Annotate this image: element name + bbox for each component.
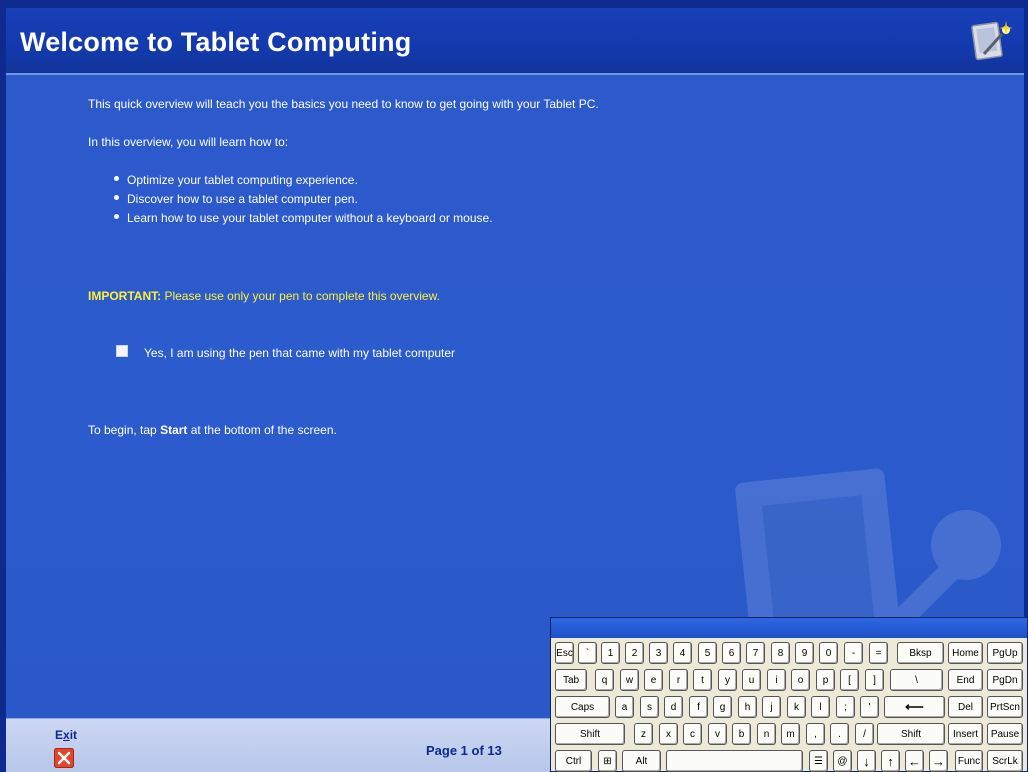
- key-end[interactable]: End: [948, 669, 983, 691]
- key-func[interactable]: Func: [955, 750, 983, 772]
- key-g[interactable]: g: [713, 696, 732, 718]
- key-caps[interactable]: Caps: [555, 696, 610, 718]
- key-3[interactable]: 3: [649, 642, 668, 664]
- list-item: Discover how to use a tablet computer pe…: [114, 192, 493, 211]
- key-sym1[interactable]: ⊞: [598, 750, 617, 772]
- pen-confirm-label[interactable]: Yes, I am using the pen that came with m…: [144, 346, 455, 360]
- key-a[interactable]: a: [615, 696, 634, 718]
- key-sym7[interactable]: ↑: [881, 750, 900, 772]
- important-label: IMPORTANT:: [88, 289, 162, 303]
- welcome-window: Welcome to Tablet Computing This quick o…: [0, 0, 1028, 772]
- key-sym6[interactable]: ↓: [857, 750, 876, 772]
- key-sym9[interactable]: →: [929, 750, 948, 772]
- key-pgdn[interactable]: PgDn: [987, 669, 1023, 691]
- key-b[interactable]: b: [732, 723, 751, 745]
- key-z[interactable]: z: [634, 723, 653, 745]
- key-r[interactable]: r: [669, 669, 688, 691]
- key-ctrl[interactable]: Ctrl: [555, 750, 592, 772]
- key-sym10[interactable]: /: [855, 723, 874, 745]
- key-6[interactable]: 6: [722, 642, 741, 664]
- key-q[interactable]: q: [595, 669, 614, 691]
- key-scrlk[interactable]: ScrLk: [987, 750, 1023, 772]
- bullet-icon: [114, 176, 119, 182]
- key-t[interactable]: t: [693, 669, 712, 691]
- key-sym12[interactable]: ⟵: [884, 696, 945, 718]
- key-sym5[interactable]: @: [833, 750, 852, 772]
- key-1[interactable]: 1: [601, 642, 620, 664]
- exit-link[interactable]: Exit: [55, 728, 77, 742]
- list-item: Learn how to use your tablet computer wi…: [114, 211, 493, 230]
- key-y[interactable]: y: [718, 669, 737, 691]
- key-sym1[interactable]: `: [578, 642, 597, 664]
- keyboard-keys: Esc ` 1 2 3 4 5 6 7 8 9 0- = Bksp Home PgUp Tab q w e r t y u i o…: [553, 640, 1025, 772]
- key-i[interactable]: i: [767, 669, 786, 691]
- key-sym11[interactable]: ': [860, 696, 879, 718]
- key-space[interactable]: [666, 750, 803, 772]
- key-sym10[interactable]: ;: [836, 696, 855, 718]
- key-prtscn[interactable]: PrtScn: [987, 696, 1023, 718]
- key-f[interactable]: f: [689, 696, 708, 718]
- list-item: Optimize your tablet computing experienc…: [114, 173, 493, 192]
- bullet-icon: [114, 195, 119, 201]
- key-l[interactable]: l: [811, 696, 830, 718]
- key-pgup[interactable]: PgUp: [987, 642, 1023, 664]
- key-sym11[interactable]: [: [840, 669, 859, 691]
- key-sym4[interactable]: ☰: [809, 750, 828, 772]
- key-insert[interactable]: Insert: [948, 723, 983, 745]
- key-sym9[interactable]: .: [830, 723, 849, 745]
- key-v[interactable]: v: [708, 723, 727, 745]
- key-n[interactable]: n: [757, 723, 776, 745]
- key-0[interactable]: 0: [819, 642, 838, 664]
- key-shift[interactable]: Shift: [555, 723, 625, 745]
- learning-goals-list: Optimize your tablet computing experienc…: [114, 173, 493, 230]
- key-esc[interactable]: Esc: [555, 642, 574, 664]
- key-pause[interactable]: Pause: [987, 723, 1023, 745]
- key-sym12[interactable]: -: [844, 642, 863, 664]
- key-sym13[interactable]: \: [890, 669, 943, 691]
- key-x[interactable]: x: [659, 723, 678, 745]
- key-alt[interactable]: Alt: [622, 750, 661, 772]
- key-e[interactable]: e: [644, 669, 663, 691]
- key-c[interactable]: c: [683, 723, 702, 745]
- learn-lead-text: In this overview, you will learn how to:: [88, 135, 289, 149]
- bullet-icon: [114, 214, 119, 220]
- key-sym8[interactable]: ,: [806, 723, 825, 745]
- key-del[interactable]: Del: [948, 696, 983, 718]
- important-notice: IMPORTANT: Please use only your pen to c…: [88, 289, 440, 303]
- page-indicator: Page 1 of 13: [426, 743, 502, 758]
- key-o[interactable]: o: [791, 669, 810, 691]
- key-sym8[interactable]: ←: [905, 750, 924, 772]
- key-j[interactable]: j: [762, 696, 781, 718]
- key-2[interactable]: 2: [625, 642, 644, 664]
- begin-instruction: To begin, tap Start at the bottom of the…: [88, 423, 337, 437]
- key-4[interactable]: 4: [673, 642, 692, 664]
- keyboard-title-bar[interactable]: [551, 618, 1027, 638]
- key-5[interactable]: 5: [698, 642, 717, 664]
- key-sym13[interactable]: =: [869, 642, 888, 664]
- key-7[interactable]: 7: [746, 642, 765, 664]
- page-title: Welcome to Tablet Computing: [20, 27, 412, 57]
- key-d[interactable]: d: [664, 696, 683, 718]
- key-w[interactable]: w: [620, 669, 639, 691]
- key-8[interactable]: 8: [771, 642, 790, 664]
- intro-text: This quick overview will teach you the b…: [88, 97, 599, 111]
- key-k[interactable]: k: [787, 696, 806, 718]
- key-u[interactable]: u: [742, 669, 761, 691]
- key-sym12[interactable]: ]: [865, 669, 884, 691]
- key-m[interactable]: m: [781, 723, 800, 745]
- key-home[interactable]: Home: [948, 642, 983, 664]
- key-bksp[interactable]: Bksp: [897, 642, 944, 664]
- key-shift[interactable]: Shift: [877, 723, 945, 745]
- key-s[interactable]: s: [640, 696, 659, 718]
- header-bar: Welcome to Tablet Computing: [6, 8, 1024, 74]
- key-p[interactable]: p: [816, 669, 835, 691]
- tablet-pen-logo-icon: [971, 21, 1013, 61]
- on-screen-keyboard: Esc ` 1 2 3 4 5 6 7 8 9 0- = Bksp Home PgUp Tab q w e r t y u i o…: [550, 617, 1028, 772]
- key-tab[interactable]: Tab: [555, 669, 587, 691]
- key-h[interactable]: h: [738, 696, 757, 718]
- key-9[interactable]: 9: [795, 642, 814, 664]
- pen-confirm-checkbox[interactable]: [116, 345, 128, 357]
- close-x-icon[interactable]: [54, 748, 74, 768]
